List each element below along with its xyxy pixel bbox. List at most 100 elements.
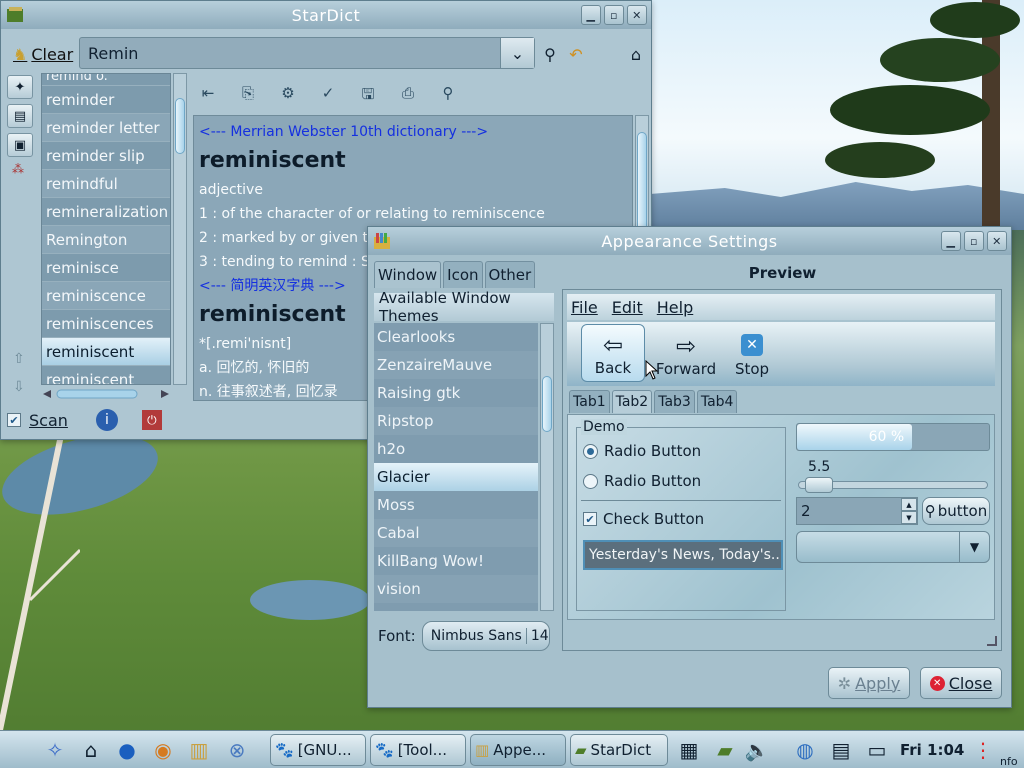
close-window-button[interactable]: ✕: [627, 5, 647, 25]
slider-handle[interactable]: [805, 477, 833, 493]
tab-window[interactable]: Window: [374, 261, 442, 288]
check-button[interactable]: ✔ Check Button: [583, 510, 704, 528]
theme-item[interactable]: Moss: [374, 491, 538, 519]
chevron-down-icon[interactable]: ⌄: [500, 38, 534, 68]
home-icon[interactable]: ⌂: [625, 43, 647, 65]
tab-icon[interactable]: Icon: [443, 261, 483, 288]
dict-list-icon[interactable]: ▤: [7, 104, 33, 128]
traffic-light-icon[interactable]: ⋮: [968, 735, 998, 765]
appearance-titlebar[interactable]: Appearance Settings ▁ ▫ ✕: [368, 227, 1011, 255]
pronounce-icon[interactable]: ⁂: [12, 162, 37, 176]
apply-button[interactable]: ✲ Apply: [828, 667, 910, 699]
find-icon[interactable]: ⚲: [437, 84, 459, 106]
slider[interactable]: [798, 477, 988, 493]
forward-button[interactable]: ⇨ Forward: [651, 324, 721, 382]
list-item[interactable]: remind o.: [42, 74, 170, 86]
list-item[interactable]: Remington: [42, 226, 170, 254]
plugins-icon[interactable]: ⚙: [277, 84, 299, 106]
list-item[interactable]: reminder letter: [42, 114, 170, 142]
palette-icon[interactable]: ▥: [184, 735, 214, 765]
menu-file[interactable]: File: [571, 298, 598, 317]
search-input[interactable]: Remin: [88, 44, 138, 63]
undo-icon[interactable]: ↶: [565, 43, 587, 65]
spin-down-icon[interactable]: ▼: [901, 511, 917, 524]
scrollbar-thumb[interactable]: [542, 376, 552, 432]
text-entry[interactable]: Yesterday's News, Today's....: [583, 540, 783, 570]
theme-item[interactable]: KillBang Wow!: [374, 547, 538, 575]
task-stardict[interactable]: ▰ StarDict: [570, 734, 668, 766]
list-item[interactable]: reminiscence: [42, 282, 170, 310]
start-menu-icon[interactable]: ✧: [40, 735, 70, 765]
clock[interactable]: Fri 1:04: [900, 741, 964, 759]
maximize-button[interactable]: ▫: [604, 5, 624, 25]
search-combo[interactable]: Remin ⌄: [79, 37, 535, 69]
stardict-titlebar[interactable]: StarDict ▁ ▫ ✕: [1, 1, 651, 29]
radio-button-1[interactable]: Radio Button: [583, 442, 701, 460]
preview-tab-tab4[interactable]: Tab4: [696, 390, 738, 413]
list-item[interactable]: reminiscent: [42, 338, 170, 366]
preview-tab-tab3[interactable]: Tab3: [654, 390, 695, 413]
task-appearance[interactable]: ▥ Appe...: [470, 734, 566, 766]
close-button[interactable]: ✕ Close: [920, 667, 1002, 699]
jump-start-icon[interactable]: ⇤: [197, 84, 219, 106]
calculator-icon[interactable]: ▤: [826, 735, 856, 765]
stop-button[interactable]: ✕ Stop: [727, 324, 777, 382]
list-item[interactable]: reminisce: [42, 254, 170, 282]
font-button[interactable]: Nimbus Sans 14: [421, 621, 550, 651]
quit-icon[interactable]: ⏻: [141, 410, 162, 430]
arrow-down-icon[interactable]: ⇩: [13, 379, 25, 395]
pager-icon[interactable]: ▦: [674, 735, 704, 765]
stardict-tray-icon[interactable]: ▰: [710, 735, 740, 765]
task-gimp-2[interactable]: 🐾 [Tool...: [370, 734, 466, 766]
preview-tab-tab2[interactable]: Tab2: [611, 390, 653, 413]
tree-dict-icon[interactable]: ▣: [7, 133, 33, 157]
list-item[interactable]: reminder slip: [42, 142, 170, 170]
theme-item[interactable]: Raising gtk: [374, 379, 538, 407]
theme-item[interactable]: ZenzaireMauve: [374, 351, 538, 379]
check-icon[interactable]: ✓: [317, 84, 339, 106]
monitor-icon[interactable]: ▭: [862, 735, 892, 765]
spin-button[interactable]: 2 ▲ ▼: [796, 497, 918, 525]
clear-button[interactable]: ♞ Clear: [13, 45, 73, 64]
volume-icon[interactable]: 🔈: [742, 735, 772, 765]
fuzzy-query-icon[interactable]: ✦: [7, 75, 33, 99]
print-icon[interactable]: ⎙: [397, 84, 419, 106]
close-window-button[interactable]: ✕: [987, 231, 1007, 251]
list-item[interactable]: remineralization: [42, 198, 170, 226]
chevron-down-icon[interactable]: ▼: [959, 532, 989, 562]
theme-list-scrollbar[interactable]: [540, 323, 554, 611]
themes-header[interactable]: Available Window Themes: [374, 289, 554, 325]
theme-item[interactable]: vision: [374, 575, 538, 603]
arrow-up-icon[interactable]: ⇧: [13, 351, 25, 367]
list-item[interactable]: reminder: [42, 86, 170, 114]
browser-globe-icon[interactable]: ●: [112, 735, 142, 765]
list-item[interactable]: reminiscences: [42, 310, 170, 338]
minimize-button[interactable]: ▁: [581, 5, 601, 25]
list-item[interactable]: remindful: [42, 170, 170, 198]
preview-tab-tab1[interactable]: Tab1: [569, 390, 610, 413]
menu-edit[interactable]: Edit: [612, 298, 643, 317]
word-list-hscrollbar[interactable]: [41, 387, 171, 401]
firefox-icon[interactable]: ◉: [148, 735, 178, 765]
list-item[interactable]: reminiscent aura: [42, 366, 170, 384]
scan-checkbox[interactable]: ✔: [7, 413, 21, 427]
task-gimp-1[interactable]: 🐾 [GNU...: [270, 734, 366, 766]
menu-help[interactable]: Help: [657, 298, 693, 317]
spin-up-icon[interactable]: ▲: [901, 498, 917, 511]
resize-grip-icon[interactable]: [987, 636, 997, 646]
preview-button[interactable]: ⚲ button: [922, 497, 990, 525]
scrollbar-thumb[interactable]: [175, 98, 185, 154]
theme-item[interactable]: Clearlooks: [374, 323, 538, 351]
home-icon[interactable]: ⌂: [76, 735, 106, 765]
search-icon[interactable]: ⚲: [539, 43, 561, 65]
copy-icon[interactable]: ⎘: [237, 84, 259, 106]
network-icon[interactable]: ⊗: [222, 735, 252, 765]
chrome-icon[interactable]: ◍: [790, 735, 820, 765]
preview-combo[interactable]: ▼: [796, 531, 990, 563]
info-icon[interactable]: i: [95, 409, 118, 431]
back-button[interactable]: ⇦ Back: [581, 324, 645, 382]
radio-button-2[interactable]: Radio Button: [583, 472, 701, 490]
word-list-scrollbar[interactable]: [173, 73, 187, 385]
theme-item[interactable]: Cabal: [374, 519, 538, 547]
save-icon[interactable]: 🖫: [357, 84, 379, 106]
